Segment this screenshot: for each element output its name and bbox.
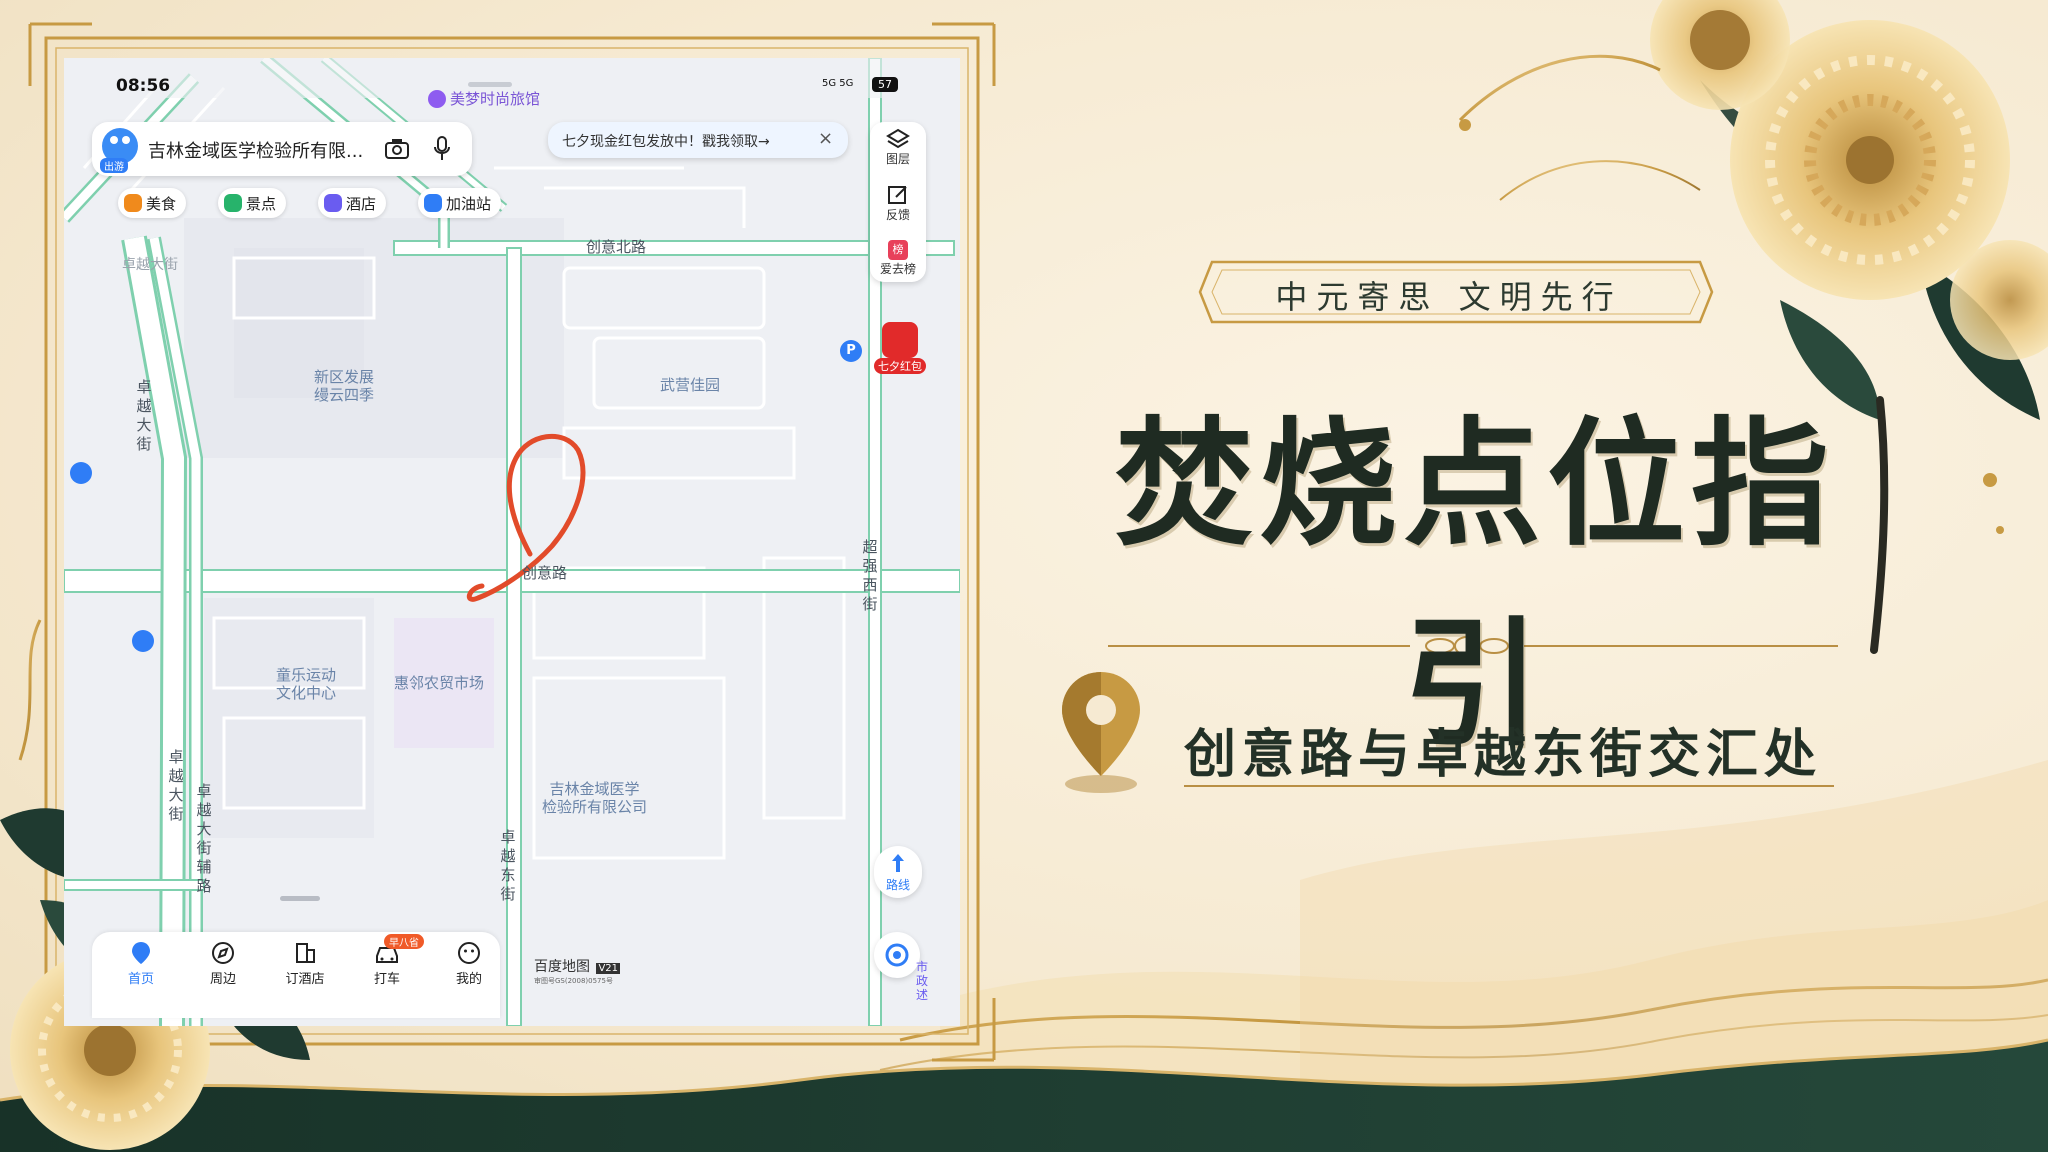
- food-icon: [124, 194, 142, 212]
- nav-nearby[interactable]: 周边: [188, 940, 258, 987]
- red-packet-icon: [882, 322, 918, 358]
- poi-huilin[interactable]: 惠邻农贸市场: [394, 674, 484, 692]
- hotel-pin-icon: [428, 89, 446, 108]
- layers-button[interactable]: 图层: [874, 128, 922, 167]
- poi-hotel-label: 美梦时尚旅馆: [450, 90, 541, 108]
- top-drag-handle[interactable]: [468, 82, 512, 87]
- feedback-label: 反馈: [885, 208, 910, 222]
- route-arrow-icon: [892, 854, 904, 872]
- red-packet-button[interactable]: 七夕红包: [874, 320, 926, 380]
- search-bar[interactable]: 出游 吉林金域医学检验所有限...: [92, 122, 472, 176]
- locate-icon: [885, 943, 909, 967]
- ranking-label: 爱去榜: [879, 262, 916, 276]
- nav-nearby-label: 周边: [209, 972, 236, 987]
- location-text: 创意路与卓越东街交汇处: [1184, 724, 1823, 785]
- microphone-icon[interactable]: [432, 135, 452, 163]
- promo-banner[interactable]: 七夕现金红包发放中！戳我领取→ ×: [548, 122, 848, 158]
- nav-me-label: 我的: [455, 972, 482, 987]
- feedback-edit-icon: [888, 186, 907, 204]
- locate-button[interactable]: [874, 932, 920, 978]
- category-hotel[interactable]: 酒店: [318, 188, 387, 218]
- profile-face-icon: [458, 942, 480, 964]
- category-gas-station[interactable]: 加油站: [418, 188, 502, 218]
- layers-icon: [886, 128, 910, 149]
- nav-home-label: 首页: [127, 972, 154, 987]
- slogan-text: 中元寄思 文明先行: [1275, 278, 1623, 316]
- red-packet-label: 七夕红包: [874, 358, 926, 374]
- taxi-badge: 早八省: [384, 934, 424, 949]
- road-zhuoyue-left: 卓越大街: [136, 378, 152, 453]
- promo-banner-text: 七夕现金红包发放中！戳我领取→: [562, 134, 770, 150]
- road-zhuoyue-top: 卓越大街: [122, 257, 178, 273]
- map-logo-text: 百度地图: [534, 959, 590, 975]
- road-zhuoyue-east: 卓越东街: [500, 828, 516, 903]
- road-chuangyi: 创意路: [522, 564, 568, 582]
- category-attraction-label: 景点: [246, 194, 277, 213]
- category-food-label: 美食: [146, 194, 177, 213]
- corner-poi-label[interactable]: 市政述: [916, 960, 936, 1002]
- compass-icon: [212, 942, 234, 964]
- map-logo-badge: V21: [596, 963, 621, 974]
- poi-wuying[interactable]: 武营佳园: [660, 376, 720, 394]
- ranking-icon: 榜: [888, 240, 908, 260]
- feedback-button[interactable]: 反馈: [874, 184, 922, 223]
- road-chuangyi-north: 创意北路: [586, 238, 647, 256]
- status-time: 08:56: [116, 76, 171, 96]
- search-text[interactable]: 吉林金域医学检验所有限...: [148, 137, 363, 163]
- poi-tongle[interactable]: 童乐运动 文化中心: [276, 666, 336, 702]
- building-icon: [296, 943, 315, 963]
- sheet-drag-handle[interactable]: [280, 896, 320, 901]
- home-pin-icon: [132, 942, 150, 964]
- map-logo: 百度地图 V21: [534, 956, 621, 976]
- nav-me[interactable]: 我的: [434, 940, 504, 987]
- nav-home[interactable]: 首页: [106, 940, 176, 987]
- category-attraction[interactable]: 景点: [218, 188, 287, 218]
- category-hotel-label: 酒店: [346, 194, 377, 213]
- category-gas-station-label: 加油站: [446, 194, 492, 213]
- ranking-button[interactable]: 榜 爱去榜: [874, 240, 922, 277]
- map-screenshot: 08:56 5G 5G 57 美梦时尚旅馆 出游 吉林金域医学检验所有限...: [64, 58, 960, 1026]
- parking-marker[interactable]: P: [840, 340, 862, 362]
- mascot-tag: 出游: [100, 158, 128, 173]
- gas-station-icon: [424, 194, 442, 212]
- road-chaoqiang-west: 超强西街: [862, 538, 878, 613]
- road-zhuoyue-left2: 卓越大街: [168, 748, 184, 823]
- banner-close-icon[interactable]: ×: [818, 128, 833, 149]
- status-network: 5G 5G: [822, 78, 854, 89]
- category-food[interactable]: 美食: [118, 188, 187, 218]
- camera-icon[interactable]: [384, 137, 410, 161]
- nav-hotel-label: 订酒店: [285, 972, 325, 987]
- layers-label: 图层: [885, 152, 910, 166]
- poi-hotel[interactable]: 美梦时尚旅馆: [428, 88, 540, 109]
- poi-xinqu[interactable]: 新区发展 缦云四季: [314, 368, 374, 404]
- route-button[interactable]: 路线: [874, 846, 922, 898]
- map-copyright: 审图号GS(2008)0575号: [534, 977, 613, 985]
- hotel-icon: [324, 194, 342, 212]
- poi-jilin[interactable]: 吉林金域医学 检验所有限公司: [542, 780, 647, 816]
- battery-indicator: 57: [872, 77, 898, 92]
- share-marker-icon[interactable]: [70, 462, 92, 484]
- nav-hotel[interactable]: 订酒店: [270, 940, 340, 987]
- poster-canvas: 中元寄思 文明先行 焚烧点位指引 创意路与卓越东街交汇处 08:56 5G 5G…: [0, 0, 2048, 1152]
- attraction-icon: [224, 194, 242, 212]
- nav-taxi-label: 打车: [373, 972, 400, 987]
- bus-stop-icon[interactable]: [132, 630, 154, 652]
- road-zhuoyue-aux: 卓越大街辅路: [196, 782, 212, 895]
- route-label: 路线: [885, 878, 910, 892]
